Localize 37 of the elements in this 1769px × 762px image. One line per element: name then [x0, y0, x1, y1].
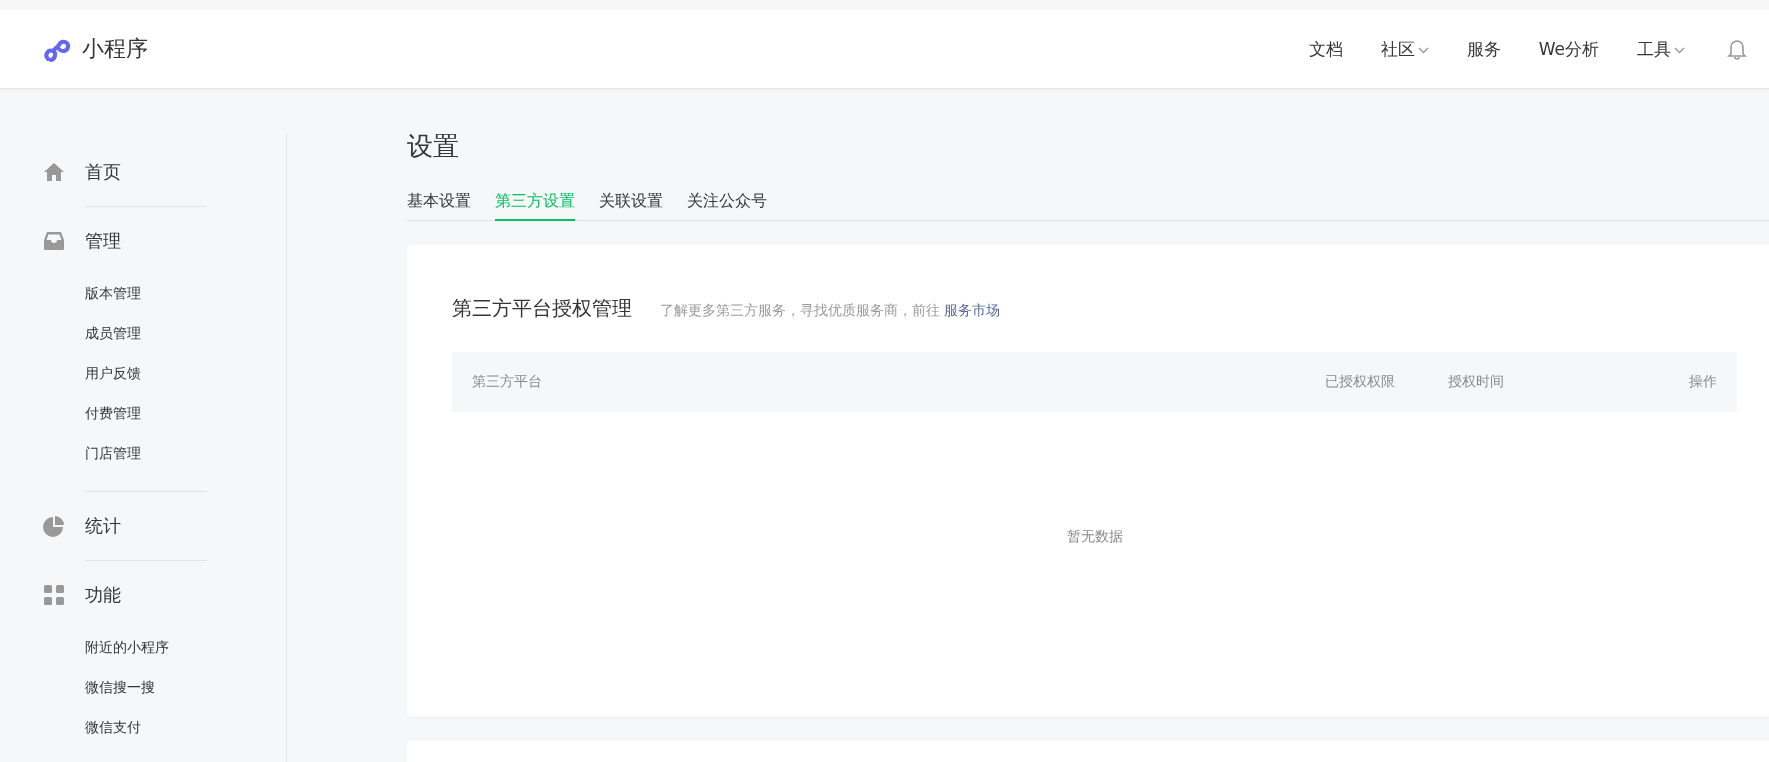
market-link[interactable]: 服务市场 — [944, 302, 1001, 318]
sidebar-section[interactable]: 管理 — [85, 229, 121, 253]
sidebar-section[interactable]: 统计 — [85, 514, 121, 538]
chevron-icon — [1417, 46, 1429, 54]
tab[interactable]: 关注公众号 — [687, 191, 767, 221]
column-header: 已授权权限 — [1324, 373, 1395, 391]
sidebar-section[interactable]: 功能 — [85, 583, 121, 607]
sidebar-section[interactable]: 首页 — [85, 160, 121, 184]
hint-text: 了解更多第三方服务，寻找优质服务商，前往 服务市场 — [660, 302, 1001, 320]
nav-link[interactable]: 社区 — [1380, 37, 1429, 61]
empty-text: 暂无数据 — [1066, 528, 1123, 546]
nav-link[interactable]: 服务 — [1466, 37, 1501, 61]
sidebar-item[interactable]: 付费管理 — [85, 393, 286, 433]
column-header: 授权时间 — [1446, 373, 1505, 391]
page-title: 设置 — [407, 130, 460, 163]
chevron-icon — [1674, 46, 1685, 54]
sidebar-item[interactable]: 门店管理 — [85, 433, 286, 473]
bell-icon[interactable] — [1727, 38, 1747, 60]
sidebar-item[interactable]: 附近的小程序 — [85, 627, 286, 667]
grid-icon — [43, 584, 65, 606]
tab[interactable]: 基本设置 — [407, 191, 471, 221]
home-icon — [43, 162, 65, 182]
column-header: 操作 — [1688, 373, 1717, 391]
logo-text[interactable]: 小程序 — [82, 34, 148, 64]
sidebar-item[interactable]: 成员管理 — [85, 313, 286, 353]
nav-link[interactable]: 工具 — [1637, 37, 1685, 61]
sidebar-item[interactable]: 微信搜一搜 — [85, 667, 286, 707]
nav-link[interactable]: We分析 — [1538, 37, 1599, 61]
card-title: 第三方平台授权管理 — [452, 295, 632, 322]
inbox-icon — [43, 231, 65, 251]
sidebar-item[interactable]: 用户反馈 — [85, 353, 286, 393]
nav-link[interactable]: 文档 — [1308, 37, 1343, 61]
tab[interactable]: 关联设置 — [599, 191, 663, 221]
column-header: 第三方平台 — [472, 373, 543, 391]
sidebar-item[interactable]: 微信支付 — [85, 707, 286, 747]
pie-chart-icon — [43, 515, 65, 537]
sidebar-item[interactable]: 版本管理 — [85, 273, 286, 313]
